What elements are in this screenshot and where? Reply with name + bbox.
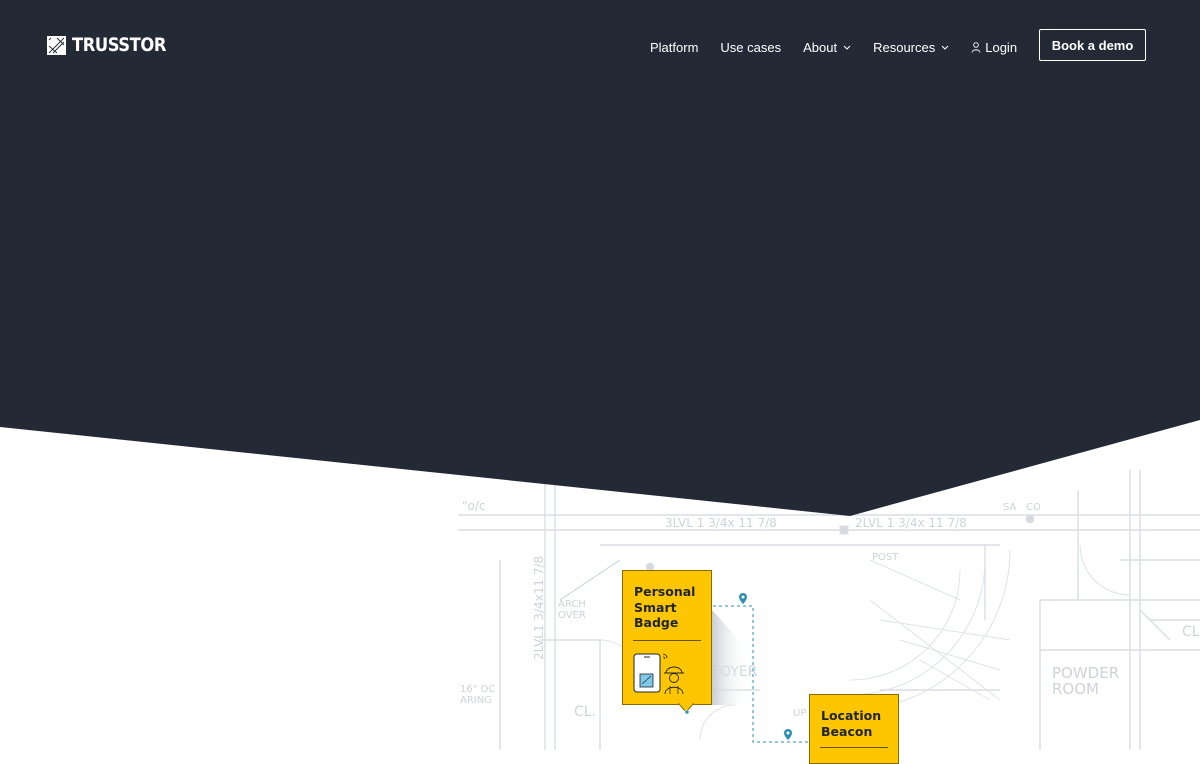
card-pointer <box>678 703 694 714</box>
book-demo-button[interactable]: Book a demo <box>1039 29 1146 61</box>
site-header: TRUSSTOR Platform Use cases About Resour… <box>0 0 1200 92</box>
nav-use-cases[interactable]: Use cases <box>720 40 781 55</box>
card-divider <box>633 640 701 641</box>
nav-about[interactable]: About <box>803 40 851 55</box>
brand-logo[interactable]: TRUSSTOR <box>47 34 181 56</box>
chevron-down-icon <box>843 45 851 50</box>
brand-name: TRUSSTOR <box>72 34 166 56</box>
smart-badge-card: Personal Smart Badge <box>622 570 712 714</box>
user-icon <box>971 41 981 53</box>
nav-platform[interactable]: Platform <box>650 40 698 55</box>
nav-resources[interactable]: Resources <box>873 40 949 55</box>
hero-background <box>0 0 1200 516</box>
smart-badge-title: Personal Smart Badge <box>634 584 696 630</box>
nav-about-label: About <box>803 39 838 55</box>
location-beacon-card: Location Beacon <box>809 694 899 764</box>
nav-platform-label: Platform <box>650 39 699 55</box>
location-beacon-title: Location Beacon <box>821 708 882 739</box>
nav-resources-label: Resources <box>873 39 936 55</box>
nav-login[interactable]: Login <box>971 40 1017 55</box>
chevron-down-icon <box>941 45 949 50</box>
card-shadow <box>712 610 748 705</box>
main-nav: Platform Use cases About Resources Login <box>650 39 1017 55</box>
trusstor-logo-icon <box>47 35 66 55</box>
badge-worker-icon <box>633 653 684 695</box>
card-divider <box>820 747 888 748</box>
nav-login-label: Login <box>985 39 1018 55</box>
nav-use-cases-label: Use cases <box>720 39 782 55</box>
